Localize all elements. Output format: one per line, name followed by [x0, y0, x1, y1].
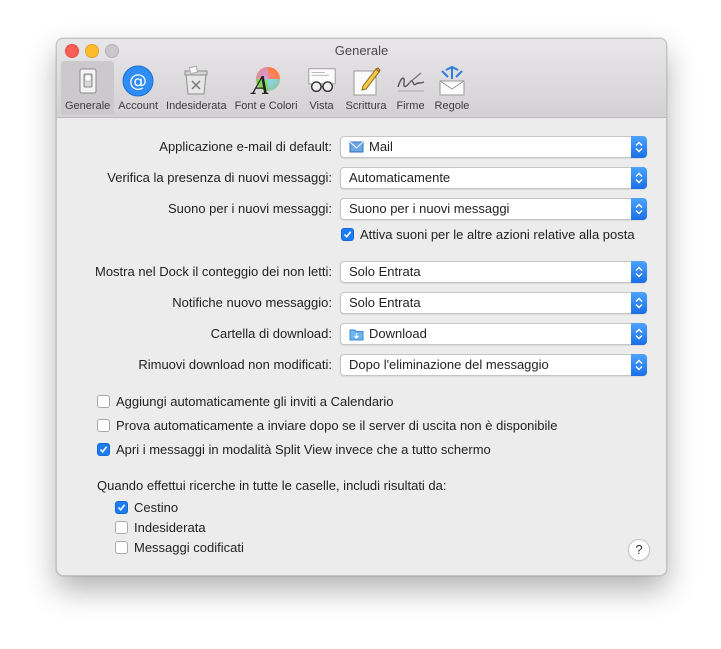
notifications-row: Notifiche nuovo messaggio: Solo Entrata: [57, 292, 666, 314]
checkbox-label: Cestino: [134, 500, 179, 515]
checkbox-label: Aggiungi automaticamente gli inviti a Ca…: [116, 394, 394, 409]
add-invites-checkbox[interactable]: Aggiungi automaticamente gli inviti a Ca…: [97, 394, 394, 409]
window-title: Generale: [334, 43, 389, 58]
default-app-label: Applicazione e-mail di default:: [159, 139, 332, 154]
split-view-checkbox[interactable]: Apri i messaggi in modalità Split View i…: [97, 442, 491, 457]
chevron-up-down-icon: [631, 354, 647, 376]
tab-firme[interactable]: Firme: [391, 61, 431, 115]
remove-downloads-label: Rimuovi download non modificati:: [138, 357, 332, 372]
tab-label: Account: [118, 100, 159, 112]
check-new-popup[interactable]: Automaticamente: [340, 167, 647, 189]
download-folder-label: Cartella di download:: [210, 326, 332, 341]
search-trash-checkbox[interactable]: Cestino: [115, 500, 178, 515]
toolbar: Generale Generale @ Account Indesiderata…: [57, 39, 666, 118]
glasses-icon: [306, 65, 338, 97]
checkbox-label: Messaggi codificati: [134, 540, 244, 555]
new-sound-row: Suono per i nuovi messaggi: Suono per i …: [57, 198, 666, 220]
popup-value: Solo Entrata: [349, 295, 421, 310]
checkbox-box: [97, 419, 110, 432]
checkbox-box: [115, 541, 128, 554]
folder-icon: [349, 327, 364, 341]
tab-generale[interactable]: Generale: [61, 61, 115, 115]
search-junk-checkbox[interactable]: Indesiderata: [115, 520, 206, 535]
preferences-window: Generale Generale @ Account Indesiderata…: [56, 38, 667, 576]
search-intro-label: Quando effettui ricerche in tutte le cas…: [97, 478, 447, 493]
checkmark-icon: [341, 228, 354, 241]
tab-indesiderata[interactable]: Indesiderata: [162, 61, 231, 115]
checkbox-box: [97, 395, 110, 408]
checkbox-box: [115, 521, 128, 534]
chevron-up-down-icon: [631, 198, 647, 220]
tab-account[interactable]: @ Account: [114, 61, 162, 115]
chevron-up-down-icon: [631, 292, 647, 314]
tab-label: Generale: [65, 100, 111, 112]
mail-app-icon: [349, 140, 364, 154]
default-app-popup[interactable]: Mail: [340, 136, 647, 158]
remove-downloads-popup[interactable]: Dopo l'eliminazione del messaggio: [340, 354, 647, 376]
check-new-row: Verifica la presenza di nuovi messaggi: …: [57, 167, 666, 189]
checkmark-icon: [97, 443, 110, 456]
new-sound-label: Suono per i nuovi messaggi:: [167, 201, 332, 216]
checkbox-label: Indesiderata: [134, 520, 206, 535]
other-sounds-checkbox[interactable]: Attiva suoni per le altre azioni relativ…: [341, 227, 635, 242]
tab-label: Font e Colori: [234, 100, 298, 112]
default-app-row: Applicazione e-mail di default: Mail: [57, 136, 666, 158]
tab-label: Regole: [434, 100, 470, 112]
help-button[interactable]: ?: [628, 539, 650, 561]
tab-label: Indesiderata: [166, 100, 227, 112]
dock-count-row: Mostra nel Dock il conteggio dei non let…: [57, 261, 666, 283]
svg-text:A: A: [250, 72, 269, 97]
search-encrypted-checkbox[interactable]: Messaggi codificati: [115, 540, 244, 555]
junk-bin-icon: [180, 65, 212, 97]
chevron-up-down-icon: [631, 136, 647, 158]
popup-value: Mail: [369, 139, 393, 154]
pencil-paper-icon: [350, 65, 382, 97]
check-new-label: Verifica la presenza di nuovi messaggi:: [107, 170, 332, 185]
popup-value: Download: [369, 326, 427, 341]
tab-font-e-colori[interactable]: A Font e Colori: [231, 61, 302, 115]
notifications-label: Notifiche nuovo messaggio:: [172, 295, 332, 310]
remove-downloads-row: Rimuovi download non modificati: Dopo l'…: [57, 354, 666, 376]
popup-value: Solo Entrata: [349, 264, 421, 279]
tab-scrittura[interactable]: Scrittura: [342, 61, 391, 115]
checkbox-label: Apri i messaggi in modalità Split View i…: [116, 442, 491, 457]
chevron-up-down-icon: [631, 167, 647, 189]
tab-vista[interactable]: Vista: [302, 61, 342, 115]
chevron-up-down-icon: [631, 261, 647, 283]
dock-count-popup[interactable]: Solo Entrata: [340, 261, 647, 283]
popup-value: Automaticamente: [349, 170, 451, 185]
notifications-popup[interactable]: Solo Entrata: [340, 292, 647, 314]
rules-icon: [436, 65, 468, 97]
preferences-tabs: Generale @ Account Indesiderata A Font e…: [61, 61, 473, 115]
retry-send-checkbox[interactable]: Prova automaticamente a inviare dopo se …: [97, 418, 558, 433]
checkbox-label: Attiva suoni per le altre azioni relativ…: [360, 227, 635, 242]
at-sign-icon: @: [122, 65, 154, 97]
download-folder-row: Cartella di download: Download: [57, 323, 666, 345]
chevron-up-down-icon: [631, 323, 647, 345]
popup-value: Dopo l'eliminazione del messaggio: [349, 357, 549, 372]
new-sound-popup[interactable]: Suono per i nuovi messaggi: [340, 198, 647, 220]
tab-label: Scrittura: [345, 100, 387, 112]
svg-text:@: @: [129, 71, 147, 92]
tab-regole[interactable]: Regole: [431, 61, 474, 115]
checkmark-icon: [115, 501, 128, 514]
checkbox-label: Prova automaticamente a inviare dopo se …: [116, 418, 558, 433]
signature-icon: [395, 65, 427, 97]
font-colors-icon: A: [250, 65, 282, 97]
switch-icon: [72, 65, 104, 97]
download-folder-popup[interactable]: Download: [340, 323, 647, 345]
popup-value: Suono per i nuovi messaggi: [349, 201, 510, 216]
dock-count-label: Mostra nel Dock il conteggio dei non let…: [94, 264, 332, 279]
tab-label: Firme: [396, 100, 425, 112]
tab-label: Vista: [309, 100, 334, 112]
